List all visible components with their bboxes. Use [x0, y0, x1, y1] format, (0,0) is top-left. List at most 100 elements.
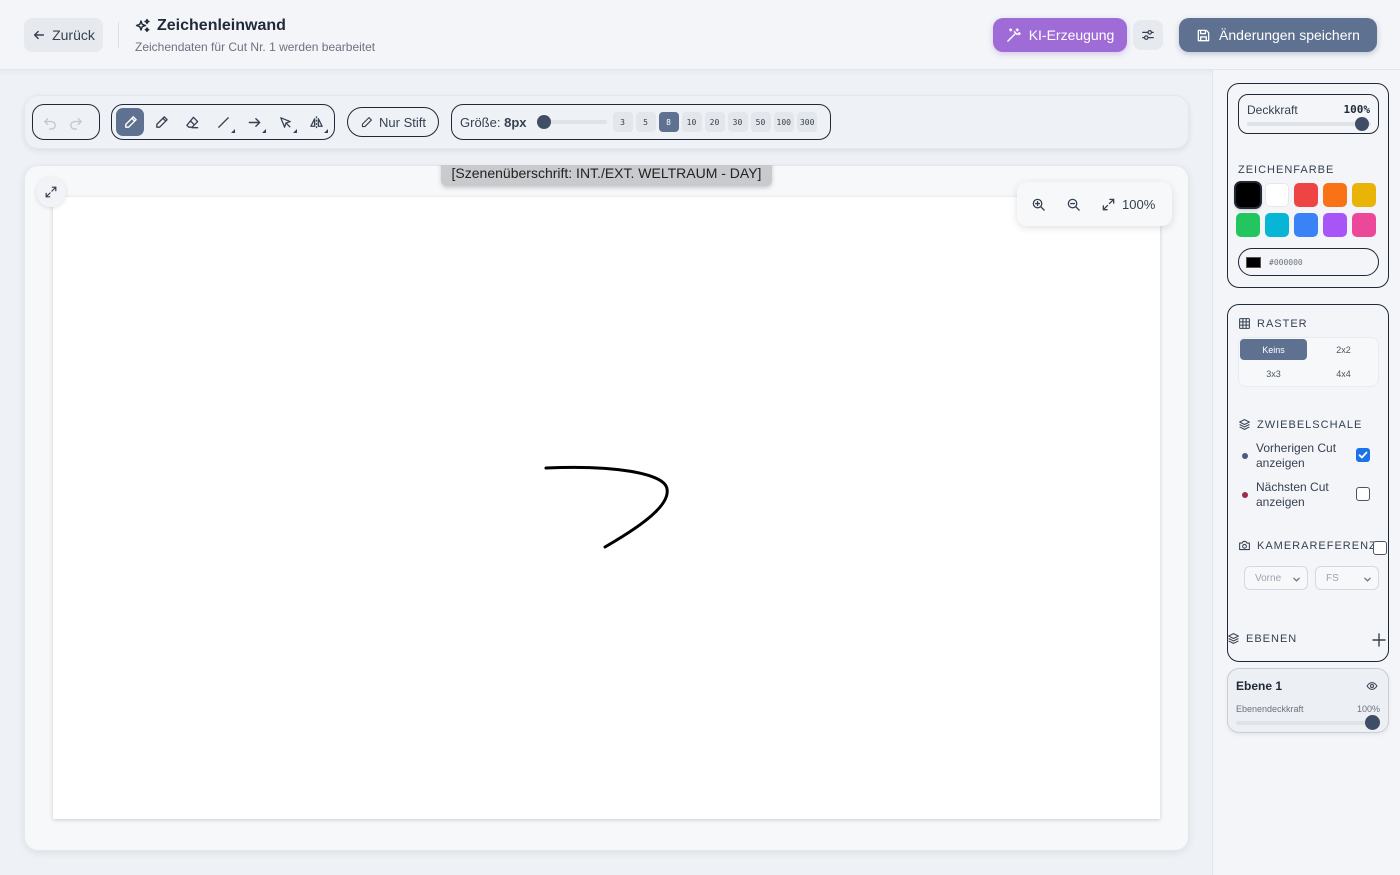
color-swatch[interactable] — [1294, 183, 1318, 207]
tool-pencil[interactable] — [147, 108, 175, 136]
camera-ref-section-title: KAMERAREFERENZ — [1238, 539, 1377, 552]
grid-option-2x2[interactable]: 2x2 — [1310, 339, 1377, 360]
layer-item[interactable]: Ebene 1 Ebenendeckkraft 100% — [1227, 668, 1389, 733]
camera-shot-select[interactable]: FS — [1315, 566, 1379, 590]
title-row: Zeichenleinwand — [135, 17, 286, 35]
size-preset-30[interactable]: 30 — [727, 112, 748, 132]
grid-option-4x4[interactable]: 4x4 — [1310, 364, 1377, 385]
drawn-stroke — [544, 465, 669, 549]
chevron-down-icon — [1364, 577, 1371, 582]
settings-button[interactable] — [1133, 20, 1163, 50]
layers-icon — [1239, 419, 1250, 430]
color-swatch[interactable] — [1323, 183, 1347, 207]
scene-heading-label: [Szenenüberschrift: INT./EXT. WELTRAUM -… — [441, 165, 772, 186]
layer-opacity-label: Ebenendeckkraft — [1236, 704, 1304, 714]
onion-next-dot — [1242, 492, 1248, 498]
zoom-reset-button[interactable]: 100% — [1101, 197, 1155, 212]
opacity-slider-track[interactable] — [1247, 122, 1371, 126]
color-swatch[interactable] — [1323, 213, 1347, 237]
zoom-level: 100% — [1122, 196, 1156, 212]
cursor-select-icon — [279, 116, 291, 128]
layer-opacity-value: 100% — [1356, 704, 1380, 714]
size-preset-20[interactable]: 20 — [704, 112, 725, 132]
grid-option-keins[interactable]: Keins — [1240, 339, 1307, 360]
size-presets: 3 5 8 10 20 30 50 100 300 — [612, 112, 818, 132]
opacity-value: 100% — [1343, 103, 1371, 116]
color-swatch[interactable] — [1265, 213, 1289, 237]
size-label: Größe: 8px — [460, 114, 527, 130]
header: Zurück Zeichenleinwand Zeichendaten für … — [0, 0, 1400, 70]
zoom-out-icon[interactable] — [1066, 197, 1081, 212]
pen-icon — [361, 116, 372, 127]
ai-generation-button[interactable]: KI-Erzeugung — [993, 18, 1127, 52]
canvas-strokes — [544, 465, 669, 549]
pen-only-toggle[interactable]: Nur Stift — [347, 107, 439, 137]
tool-mirror[interactable] — [302, 108, 330, 136]
color-section-title: ZEICHENFARBE — [1238, 164, 1335, 176]
size-preset-8[interactable]: 8 — [658, 112, 679, 132]
tool-line[interactable] — [209, 108, 237, 136]
size-preset-300[interactable]: 300 — [796, 112, 818, 132]
tools-group — [111, 104, 335, 140]
color-swatch[interactable] — [1236, 183, 1260, 207]
tool-select[interactable] — [271, 108, 299, 136]
grid-option-3x3[interactable]: 3x3 — [1240, 364, 1307, 385]
size-preset-3[interactable]: 3 — [612, 112, 633, 132]
properties-sidebar: Deckkraft 100% ZEICHENFARBE #000000 RAST… — [1212, 70, 1400, 875]
pencil-icon — [155, 115, 168, 128]
size-preset-5[interactable]: 5 — [635, 112, 656, 132]
size-slider[interactable] — [536, 114, 607, 130]
onion-next-checkbox[interactable] — [1356, 487, 1370, 501]
tool-eraser[interactable] — [178, 108, 206, 136]
color-swatch[interactable] — [1265, 183, 1289, 207]
arrow-right-icon — [248, 117, 260, 127]
size-preset-50[interactable]: 50 — [750, 112, 771, 132]
size-preset-10[interactable]: 10 — [681, 112, 702, 132]
layer-name: Ebene 1 — [1236, 679, 1283, 693]
color-swatch[interactable] — [1294, 213, 1318, 237]
tool-options-indicator — [231, 129, 235, 133]
back-button[interactable]: Zurück — [24, 18, 103, 52]
magic-wand-icon — [1006, 27, 1021, 42]
layer-opacity-track[interactable] — [1236, 721, 1374, 725]
opacity-control: Deckkraft 100% — [1238, 94, 1379, 134]
drawing-canvas[interactable] — [53, 197, 1160, 819]
tool-brush[interactable] — [116, 108, 144, 136]
header-divider — [118, 22, 119, 48]
canvas-container: [Szenenüberschrift: INT./EXT. WELTRAUM -… — [24, 165, 1189, 851]
zoom-in-icon[interactable] — [1031, 197, 1046, 212]
undo-icon[interactable] — [43, 115, 58, 130]
save-changes-button[interactable]: Änderungen speichern — [1179, 18, 1377, 52]
onion-prev-dot — [1242, 453, 1248, 459]
add-layer-icon[interactable] — [1371, 632, 1387, 648]
grid-options: Keins 2x2 3x3 4x4 — [1238, 337, 1379, 387]
color-swatches — [1236, 183, 1382, 237]
camera-shot-value: FS — [1326, 572, 1339, 584]
size-slider-knob[interactable] — [536, 115, 551, 129]
save-changes-label: Änderungen speichern — [1219, 27, 1360, 43]
layer-opacity-knob[interactable] — [1365, 715, 1380, 730]
pen-only-label: Nur Stift — [379, 114, 426, 130]
page-subtitle: Zeichendaten für Cut Nr. 1 werden bearbe… — [135, 40, 376, 54]
grid-icon — [1239, 318, 1250, 329]
color-swatch[interactable] — [1352, 183, 1376, 207]
redo-icon[interactable] — [68, 115, 83, 130]
onion-next-option: Nächsten Cut anzeigen — [1242, 480, 1382, 510]
color-swatch[interactable] — [1236, 213, 1260, 237]
drawing-toolbar: Nur Stift Größe: 8px 3 5 8 10 20 30 50 100 300 — [24, 95, 1189, 149]
color-preview-chip — [1246, 256, 1261, 268]
tool-arrow[interactable] — [240, 108, 268, 136]
camera-ref-checkbox[interactable] — [1373, 541, 1387, 555]
color-swatch[interactable] — [1352, 213, 1376, 237]
size-preset-100[interactable]: 100 — [773, 112, 794, 132]
layers-header: EBENEN — [1227, 632, 1389, 652]
eye-icon[interactable] — [1366, 680, 1378, 692]
camera-view-select[interactable]: Vorne — [1244, 566, 1308, 590]
hex-color-input[interactable]: #000000 — [1238, 248, 1379, 276]
camera-icon — [1239, 540, 1250, 551]
opacity-slider-knob[interactable] — [1355, 117, 1369, 131]
onion-prev-checkbox[interactable] — [1356, 448, 1370, 462]
ai-generation-label: KI-Erzeugung — [1028, 27, 1115, 43]
line-icon — [217, 116, 229, 128]
fullscreen-button[interactable] — [36, 177, 66, 207]
